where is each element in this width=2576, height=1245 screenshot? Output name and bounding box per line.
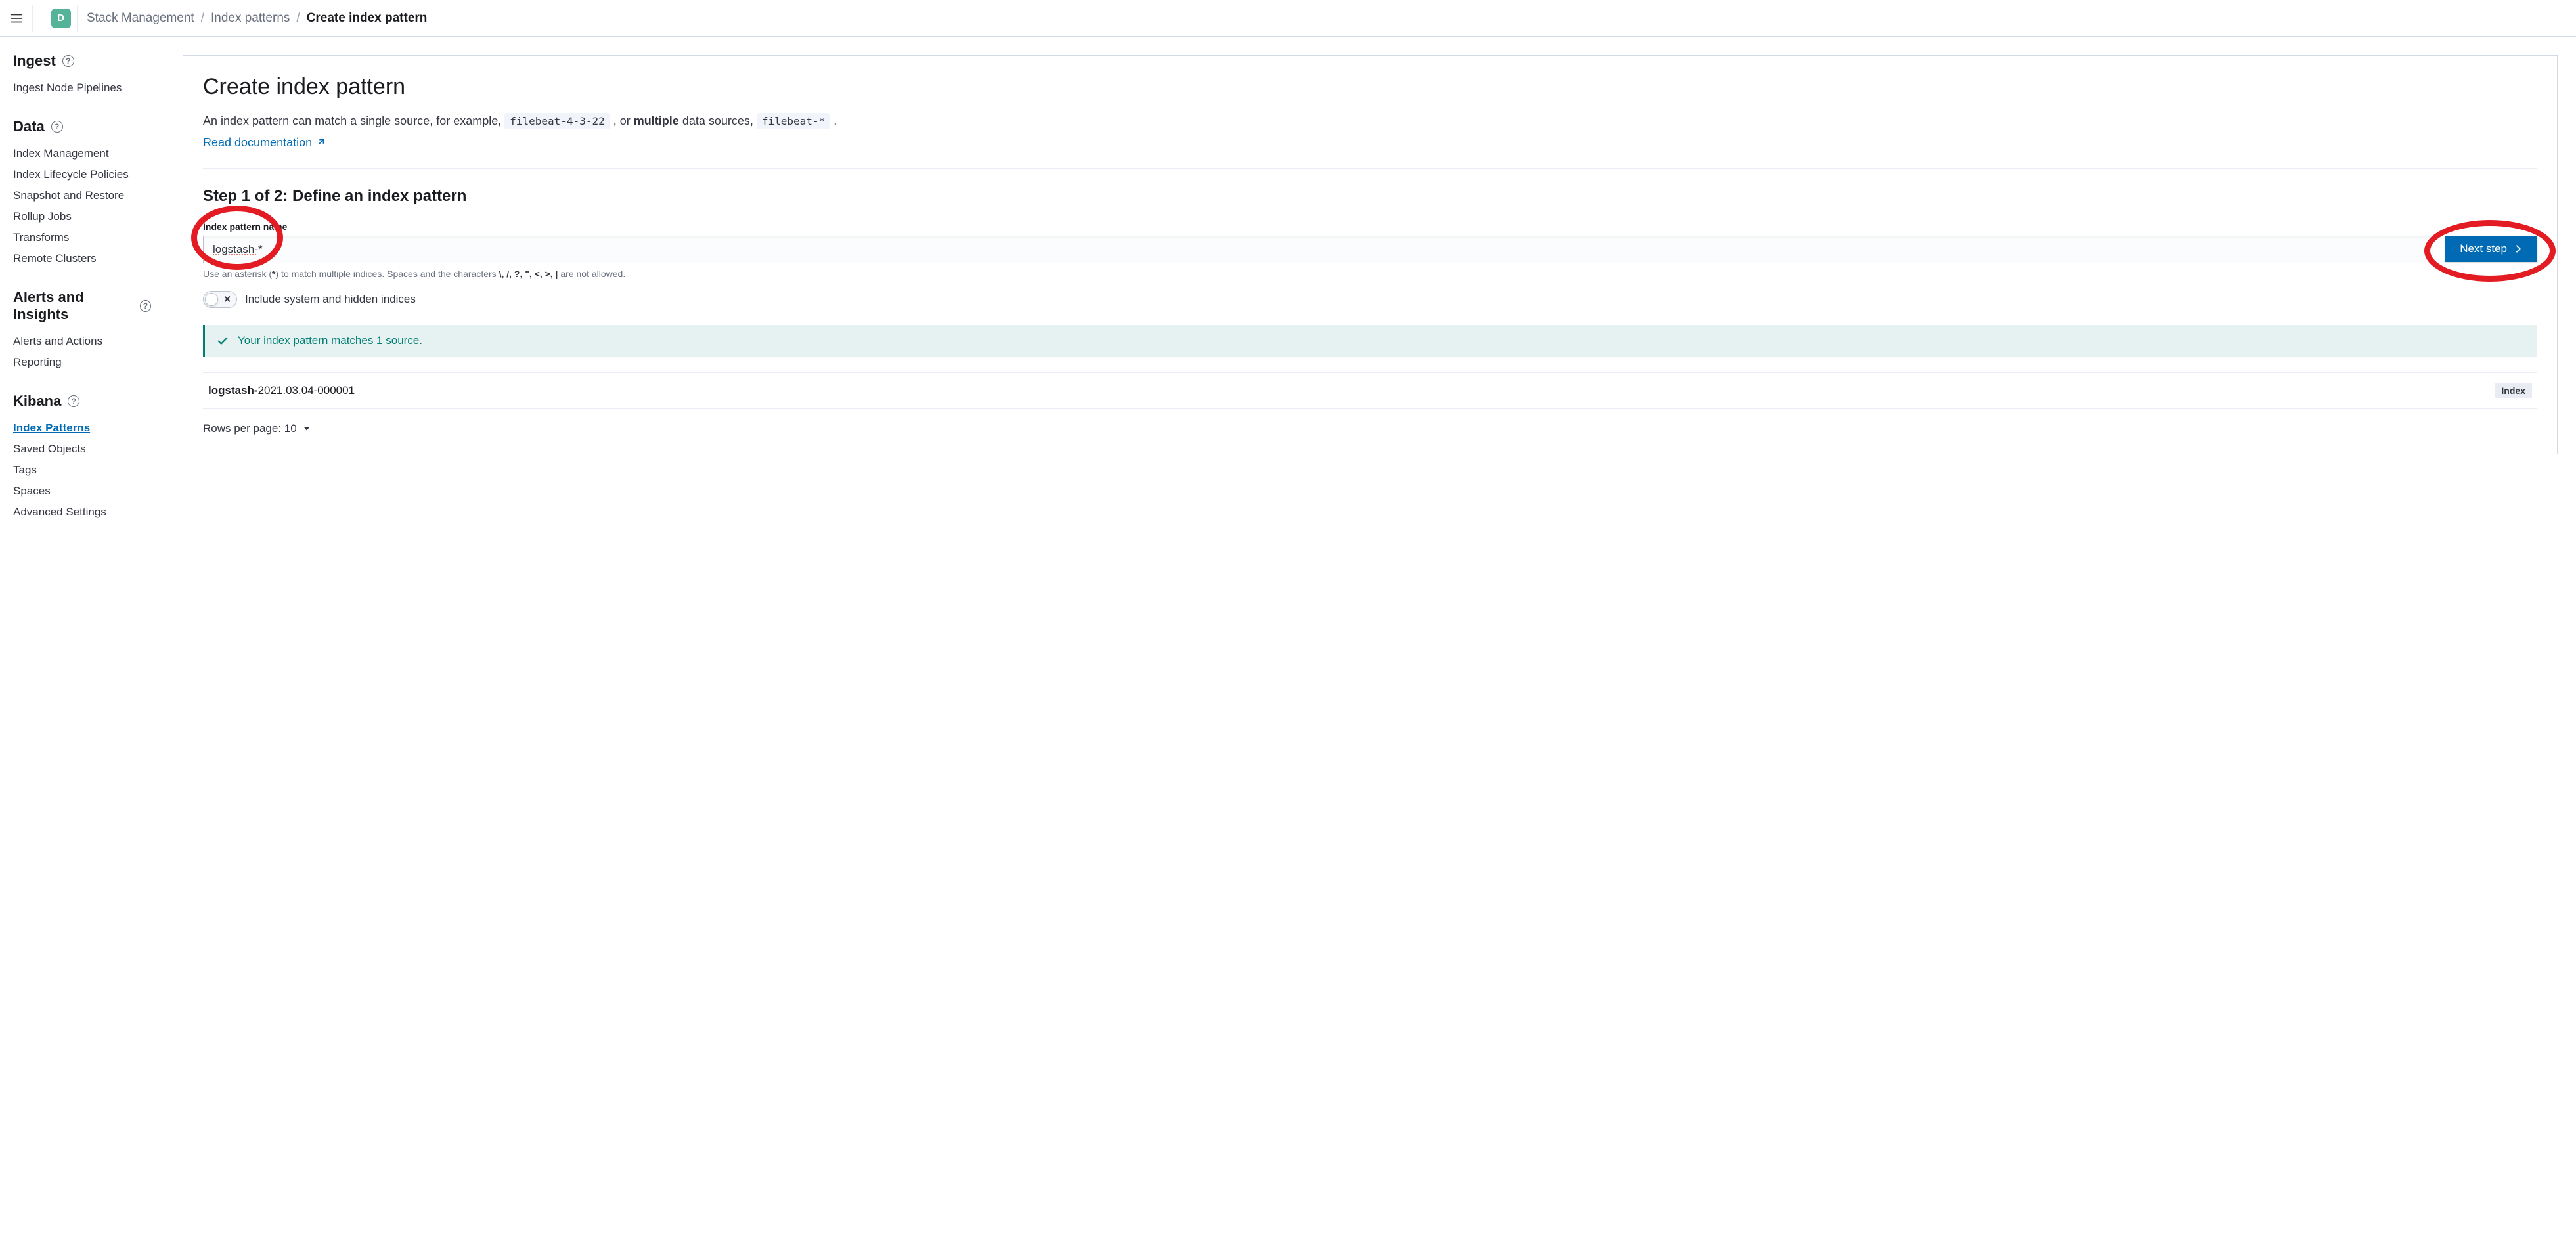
sidebar-item-spaces[interactable]: Spaces <box>13 481 151 502</box>
callout-text: Your index pattern matches 1 source. <box>238 334 422 347</box>
next-step-button[interactable]: Next step <box>2445 236 2537 262</box>
help-icon[interactable]: ? <box>51 121 63 133</box>
hint-text: are not allowed. <box>558 269 625 279</box>
index-badge: Index <box>2495 383 2532 398</box>
sidebar-item-rollup-jobs[interactable]: Rollup Jobs <box>13 206 151 227</box>
next-step-label: Next step <box>2460 242 2507 255</box>
include-system-indices-toggle[interactable]: ✕ <box>203 291 237 308</box>
sidebar-item-saved-objects[interactable]: Saved Objects <box>13 439 151 460</box>
sidebar-heading-label: Kibana <box>13 393 61 410</box>
desc-code-example-single: filebeat-4-3-22 <box>504 113 610 129</box>
match-name: logstash-2021.03.04-000001 <box>208 384 355 397</box>
sidebar-item-index-management[interactable]: Index Management <box>13 143 151 164</box>
include-system-indices-row: ✕ Include system and hidden indices <box>203 291 2537 308</box>
page-description: An index pattern can match a single sour… <box>203 112 2537 131</box>
table-row: logstash-2021.03.04-000001 Index <box>203 373 2537 409</box>
match-name-bold: logstash- <box>208 384 258 397</box>
sidebar-item-tags[interactable]: Tags <box>13 460 151 481</box>
breadcrumb: Stack Management / Index patterns / Crea… <box>87 11 427 26</box>
include-system-indices-label: Include system and hidden indices <box>245 293 416 306</box>
rows-per-page-selector[interactable]: Rows per page: 10 <box>203 422 311 435</box>
sidebar-item-transforms[interactable]: Transforms <box>13 227 151 248</box>
step-title: Step 1 of 2: Define an index pattern <box>203 187 2537 206</box>
desc-bold: multiple <box>634 114 679 127</box>
sidebar-heading-alerts-and-insights: Alerts and Insights ? <box>13 289 151 323</box>
desc-text: . <box>833 114 837 127</box>
input-value-suffix: * <box>258 243 263 255</box>
desc-code-example-wildcard: filebeat-* <box>757 113 830 129</box>
check-icon <box>217 335 229 347</box>
hint-forbidden-chars: \, /, ?, ", <, >, | <box>499 269 558 279</box>
breadcrumb-separator: / <box>296 11 300 26</box>
breadcrumb-stack-management[interactable]: Stack Management <box>87 11 194 26</box>
match-name-rest: 2021.03.04-000001 <box>258 384 355 397</box>
space-selector[interactable]: D <box>51 9 71 28</box>
sidebar-heading-label: Alerts and Insights <box>13 289 133 323</box>
sidebar: Ingest ? Ingest Node Pipelines Data ? In… <box>0 37 164 558</box>
input-value-text: logstash- <box>213 243 258 255</box>
help-icon[interactable]: ? <box>62 55 74 67</box>
desc-text: An index pattern can match a single sour… <box>203 114 504 127</box>
page-title: Create index pattern <box>203 74 2537 100</box>
sidebar-item-reporting[interactable]: Reporting <box>13 352 151 373</box>
breadcrumb-current: Create index pattern <box>307 11 428 26</box>
sidebar-item-alerts-and-actions[interactable]: Alerts and Actions <box>13 331 151 352</box>
desc-text: data sources, <box>682 114 757 127</box>
desc-text: , or <box>613 114 634 127</box>
sidebar-item-index-patterns[interactable]: Index Patterns <box>13 418 151 439</box>
main: Create index pattern An index pattern ca… <box>164 37 2576 558</box>
sidebar-item-snapshot-and-restore[interactable]: Snapshot and Restore <box>13 185 151 206</box>
help-icon[interactable]: ? <box>68 395 79 407</box>
doc-link-label: Read documentation <box>203 136 312 150</box>
topbar: D Stack Management / Index patterns / Cr… <box>0 0 2576 37</box>
hint-text: ) to match multiple indices. Spaces and … <box>276 269 499 279</box>
toggle-thumb <box>205 293 218 306</box>
space-selector-wrap: D <box>45 5 78 32</box>
hint-text: Use an asterisk ( <box>203 269 272 279</box>
panel: Create index pattern An index pattern ca… <box>183 55 2558 454</box>
index-pattern-name-input[interactable]: logstash-* <box>203 236 2433 263</box>
sidebar-item-ingest-node-pipelines[interactable]: Ingest Node Pipelines <box>13 77 151 98</box>
read-documentation-link[interactable]: Read documentation <box>203 136 325 150</box>
external-link-icon <box>316 138 325 147</box>
breadcrumb-separator: / <box>201 11 204 26</box>
chevron-right-icon <box>2514 244 2523 253</box>
sidebar-heading-data: Data ? <box>13 118 151 135</box>
sidebar-heading-kibana: Kibana ? <box>13 393 151 410</box>
hamburger-icon <box>9 11 24 26</box>
chevron-down-icon <box>302 424 311 433</box>
match-table: logstash-2021.03.04-000001 Index <box>203 372 2537 409</box>
help-icon[interactable]: ? <box>140 300 151 312</box>
sidebar-heading-label: Ingest <box>13 53 56 70</box>
sidebar-heading-ingest: Ingest ? <box>13 53 151 70</box>
index-pattern-name-label: Index pattern name <box>203 221 2537 232</box>
sidebar-item-advanced-settings[interactable]: Advanced Settings <box>13 502 151 523</box>
close-icon: ✕ <box>223 294 231 305</box>
match-callout: Your index pattern matches 1 source. <box>203 325 2537 357</box>
divider <box>203 168 2537 169</box>
sidebar-item-index-lifecycle-policies[interactable]: Index Lifecycle Policies <box>13 164 151 185</box>
sidebar-item-remote-clusters[interactable]: Remote Clusters <box>13 248 151 269</box>
breadcrumb-index-patterns[interactable]: Index patterns <box>211 11 290 26</box>
sidebar-heading-label: Data <box>13 118 45 135</box>
rows-per-page-label: Rows per page: 10 <box>203 422 297 435</box>
hamburger-menu[interactable] <box>7 5 33 32</box>
index-pattern-hint: Use an asterisk (*) to match multiple in… <box>203 269 2537 279</box>
